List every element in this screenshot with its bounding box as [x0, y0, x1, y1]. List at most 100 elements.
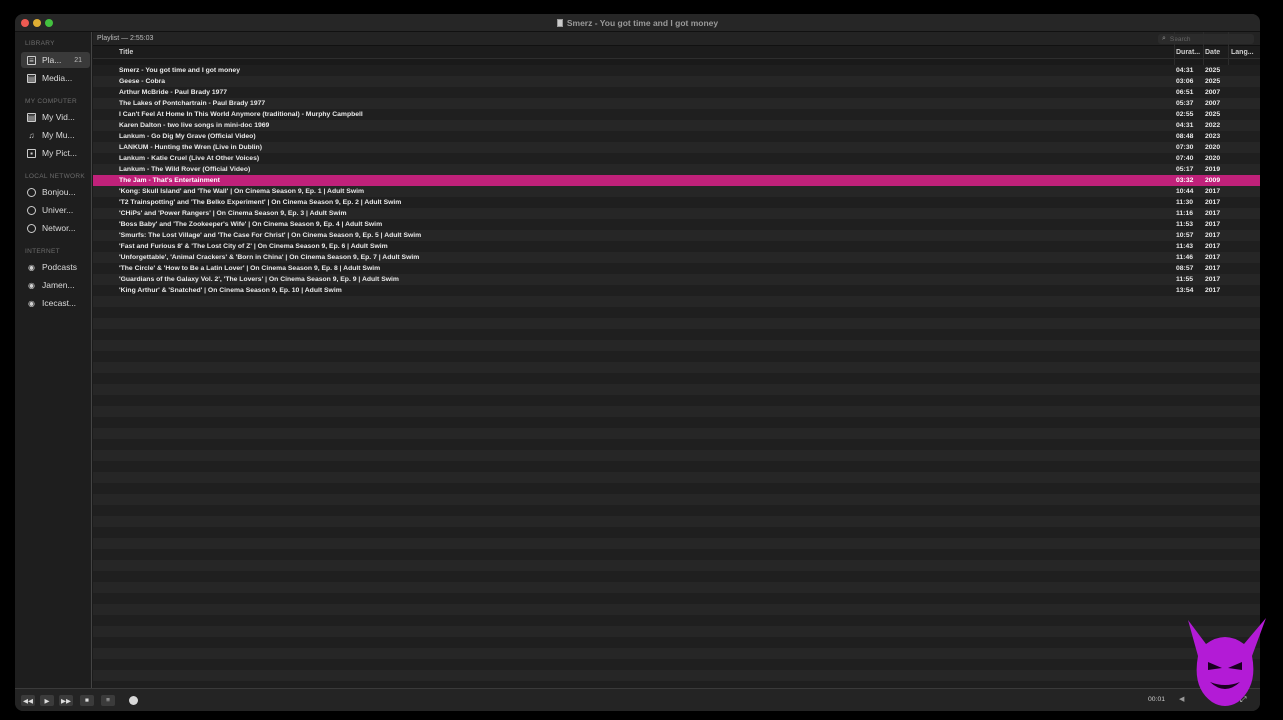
progress-slider-knob[interactable]: [129, 696, 138, 705]
sidebar-item-label: Bonjou...: [42, 187, 76, 197]
table-row[interactable]: Arthur McBride - Paul Brady 1977 06:51 200…: [93, 87, 1260, 98]
sidebar-item-podcasts[interactable]: ◉ Podcasts: [21, 259, 90, 275]
track-title: 'Guardians of the Galaxy Vol. 2', 'The L…: [119, 276, 399, 283]
table-row[interactable]: 'T2 Trainspotting' and 'The Belko Experi…: [93, 197, 1260, 208]
sidebar-item-label: Univer...: [42, 205, 74, 215]
sidebar-item-network-streams[interactable]: Networ...: [21, 220, 90, 236]
table-row[interactable]: The Lakes of Pontchartrain - Paul Brady …: [93, 98, 1260, 109]
sidebar-item-my-videos[interactable]: ▤ My Vid...: [21, 109, 90, 125]
stop-icon: ■: [85, 697, 89, 704]
column-header-duration[interactable]: Durat...: [1176, 49, 1200, 56]
table-row[interactable]: Geese - Cobra 03:06 2025: [93, 76, 1260, 87]
stop-button[interactable]: ■: [80, 695, 94, 706]
track-title: 'Unforgettable', 'Animal Crackers' & 'Bo…: [119, 254, 420, 261]
globe-icon: [27, 205, 36, 215]
column-header-language[interactable]: Lang...: [1231, 49, 1254, 56]
track-title: The Lakes of Pontchartrain - Paul Brady …: [119, 100, 266, 107]
track-title: 'The Circle' & 'How to Be a Latin Lover'…: [119, 265, 381, 272]
table-row[interactable]: 'Smurfs: The Lost Village' and 'The Case…: [93, 230, 1260, 241]
table-row[interactable]: 'CHiPs' and 'Power Rangers' | On Cinema …: [93, 208, 1260, 219]
track-title: 'Kong: Skull Island' and 'The Wall' | On…: [119, 188, 365, 195]
table-row[interactable]: 'Kong: Skull Island' and 'The Wall' | On…: [93, 186, 1260, 197]
table-row-now-playing[interactable]: The Jam - That's Entertainment 03:32 2009: [93, 175, 1260, 186]
track-duration: 13:54: [1176, 287, 1194, 294]
track-duration: 11:30: [1176, 199, 1194, 206]
elapsed-time: 00:01: [1148, 696, 1166, 703]
play-button[interactable]: ▶: [40, 695, 54, 706]
sidebar-item-label: My Vid...: [42, 112, 75, 122]
playlist-title: Playlist — 2:55:03: [97, 35, 154, 42]
track-date: 2017: [1205, 243, 1221, 250]
sidebar-item-jamendo[interactable]: ◉ Jamen...: [21, 277, 90, 293]
title-bar: Smerz - You got time and I got money: [15, 14, 1260, 32]
fast-forward-icon: ▶▶: [61, 697, 71, 705]
sidebar-heading-library: LIBRARY: [25, 40, 55, 47]
search-input[interactable]: [1169, 35, 1250, 43]
table-row[interactable]: 'Guardians of the Galaxy Vol. 2', 'The L…: [93, 274, 1260, 285]
column-header-date[interactable]: Date: [1205, 49, 1220, 56]
track-date: 2025: [1205, 78, 1221, 85]
video-icon: ▤: [27, 112, 36, 122]
playlist-count-badge: 21: [74, 56, 82, 64]
track-duration: 03:32: [1176, 177, 1194, 184]
sidebar-item-playlist[interactable]: ≡ Pla... 21: [21, 52, 90, 68]
search-field[interactable]: ⌕: [1158, 34, 1254, 44]
playlist-view: Playlist — 2:55:03 ⌕ Title Durat... Date…: [93, 32, 1260, 688]
column-header-title[interactable]: Title: [119, 49, 133, 56]
sidebar-heading-local-network: LOCAL NETWORK: [25, 173, 86, 180]
track-title: Karen Dalton - two live songs in mini-do…: [119, 122, 270, 129]
sidebar-item-label: Media...: [42, 73, 73, 83]
sidebar-item-media-library[interactable]: ▤ Media...: [21, 70, 90, 86]
track-date: 2017: [1205, 188, 1221, 195]
sidebar-item-my-pictures[interactable]: ▪ My Pict...: [21, 145, 90, 161]
table-row[interactable]: 'The Circle' & 'How to Be a Latin Lover'…: [93, 263, 1260, 274]
track-date: 2020: [1205, 144, 1221, 151]
track-duration: 05:17: [1176, 166, 1194, 173]
track-date: 2017: [1205, 210, 1221, 217]
fast-forward-button[interactable]: ▶▶: [59, 695, 73, 706]
rewind-button[interactable]: ◀◀: [21, 695, 35, 706]
table-row[interactable]: Karen Dalton - two live songs in mini-do…: [93, 120, 1260, 131]
table-row[interactable]: 'King Arthur' & 'Snatched' | On Cinema S…: [93, 285, 1260, 296]
track-duration: 11:46: [1176, 254, 1194, 261]
track-date: 2007: [1205, 100, 1221, 107]
table-row[interactable]: Lankum - The Wild Rover (Official Video)…: [93, 164, 1260, 175]
table-row[interactable]: LANKUM - Hunting the Wren (Live in Dubli…: [93, 142, 1260, 153]
track-title: 'CHiPs' and 'Power Rangers' | On Cinema …: [119, 210, 347, 217]
playlist-toggle-button[interactable]: ≡: [101, 695, 115, 706]
track-date: 2017: [1205, 265, 1221, 272]
track-duration: 02:55: [1176, 111, 1194, 118]
table-row[interactable]: Lankum - Katie Cruel (Live At Other Voic…: [93, 153, 1260, 164]
track-date: 2019: [1205, 166, 1221, 173]
track-title: Lankum - Katie Cruel (Live At Other Voic…: [119, 155, 260, 162]
table-row[interactable]: I Can't Feel At Home In This World Anymo…: [93, 109, 1260, 120]
app-window: Smerz - You got time and I got money LIB…: [15, 14, 1260, 711]
table-row[interactable]: Lankum - Go Dig My Grave (Official Video…: [93, 131, 1260, 142]
track-date: 2017: [1205, 221, 1221, 228]
table-row[interactable]: Smerz - You got time and I got money 04:3…: [93, 65, 1260, 76]
table-row[interactable]: 'Boss Baby' and 'The Zookeeper's Wife' |…: [93, 219, 1260, 230]
track-date: 2017: [1205, 232, 1221, 239]
sidebar-item-my-music[interactable]: ♫ My Mu...: [21, 127, 90, 143]
track-title: LANKUM - Hunting the Wren (Live in Dubli…: [119, 144, 262, 151]
sidebar-item-universal-plug-n-play[interactable]: Univer...: [21, 202, 90, 218]
sidebar-heading-my-computer: MY COMPUTER: [25, 98, 77, 105]
podcast-icon: ◉: [28, 280, 35, 290]
track-duration: 11:53: [1176, 221, 1194, 228]
sidebar-item-label: My Pict...: [42, 148, 77, 158]
play-icon: ▶: [44, 697, 50, 705]
sidebar-item-icecast[interactable]: ◉ Icecast...: [21, 295, 90, 311]
playlist-icon: ≡: [27, 55, 36, 65]
track-date: 2009: [1205, 177, 1221, 184]
table-row[interactable]: 'Fast and Furious 8' & 'The Lost City of…: [93, 241, 1260, 252]
track-date: 2023: [1205, 133, 1221, 140]
track-duration: 08:48: [1176, 133, 1194, 140]
track-duration: 06:51: [1176, 89, 1194, 96]
track-date: 2017: [1205, 199, 1221, 206]
sidebar-item-bonjour[interactable]: Bonjou...: [21, 184, 90, 200]
window-title: Smerz - You got time and I got money: [15, 18, 1260, 28]
track-title: Lankum - The Wild Rover (Official Video): [119, 166, 251, 173]
table-row[interactable]: 'Unforgettable', 'Animal Crackers' & 'Bo…: [93, 252, 1260, 263]
vlc-devil-mascot-icon: [1188, 618, 1266, 706]
music-note-icon: ♫: [28, 130, 35, 140]
